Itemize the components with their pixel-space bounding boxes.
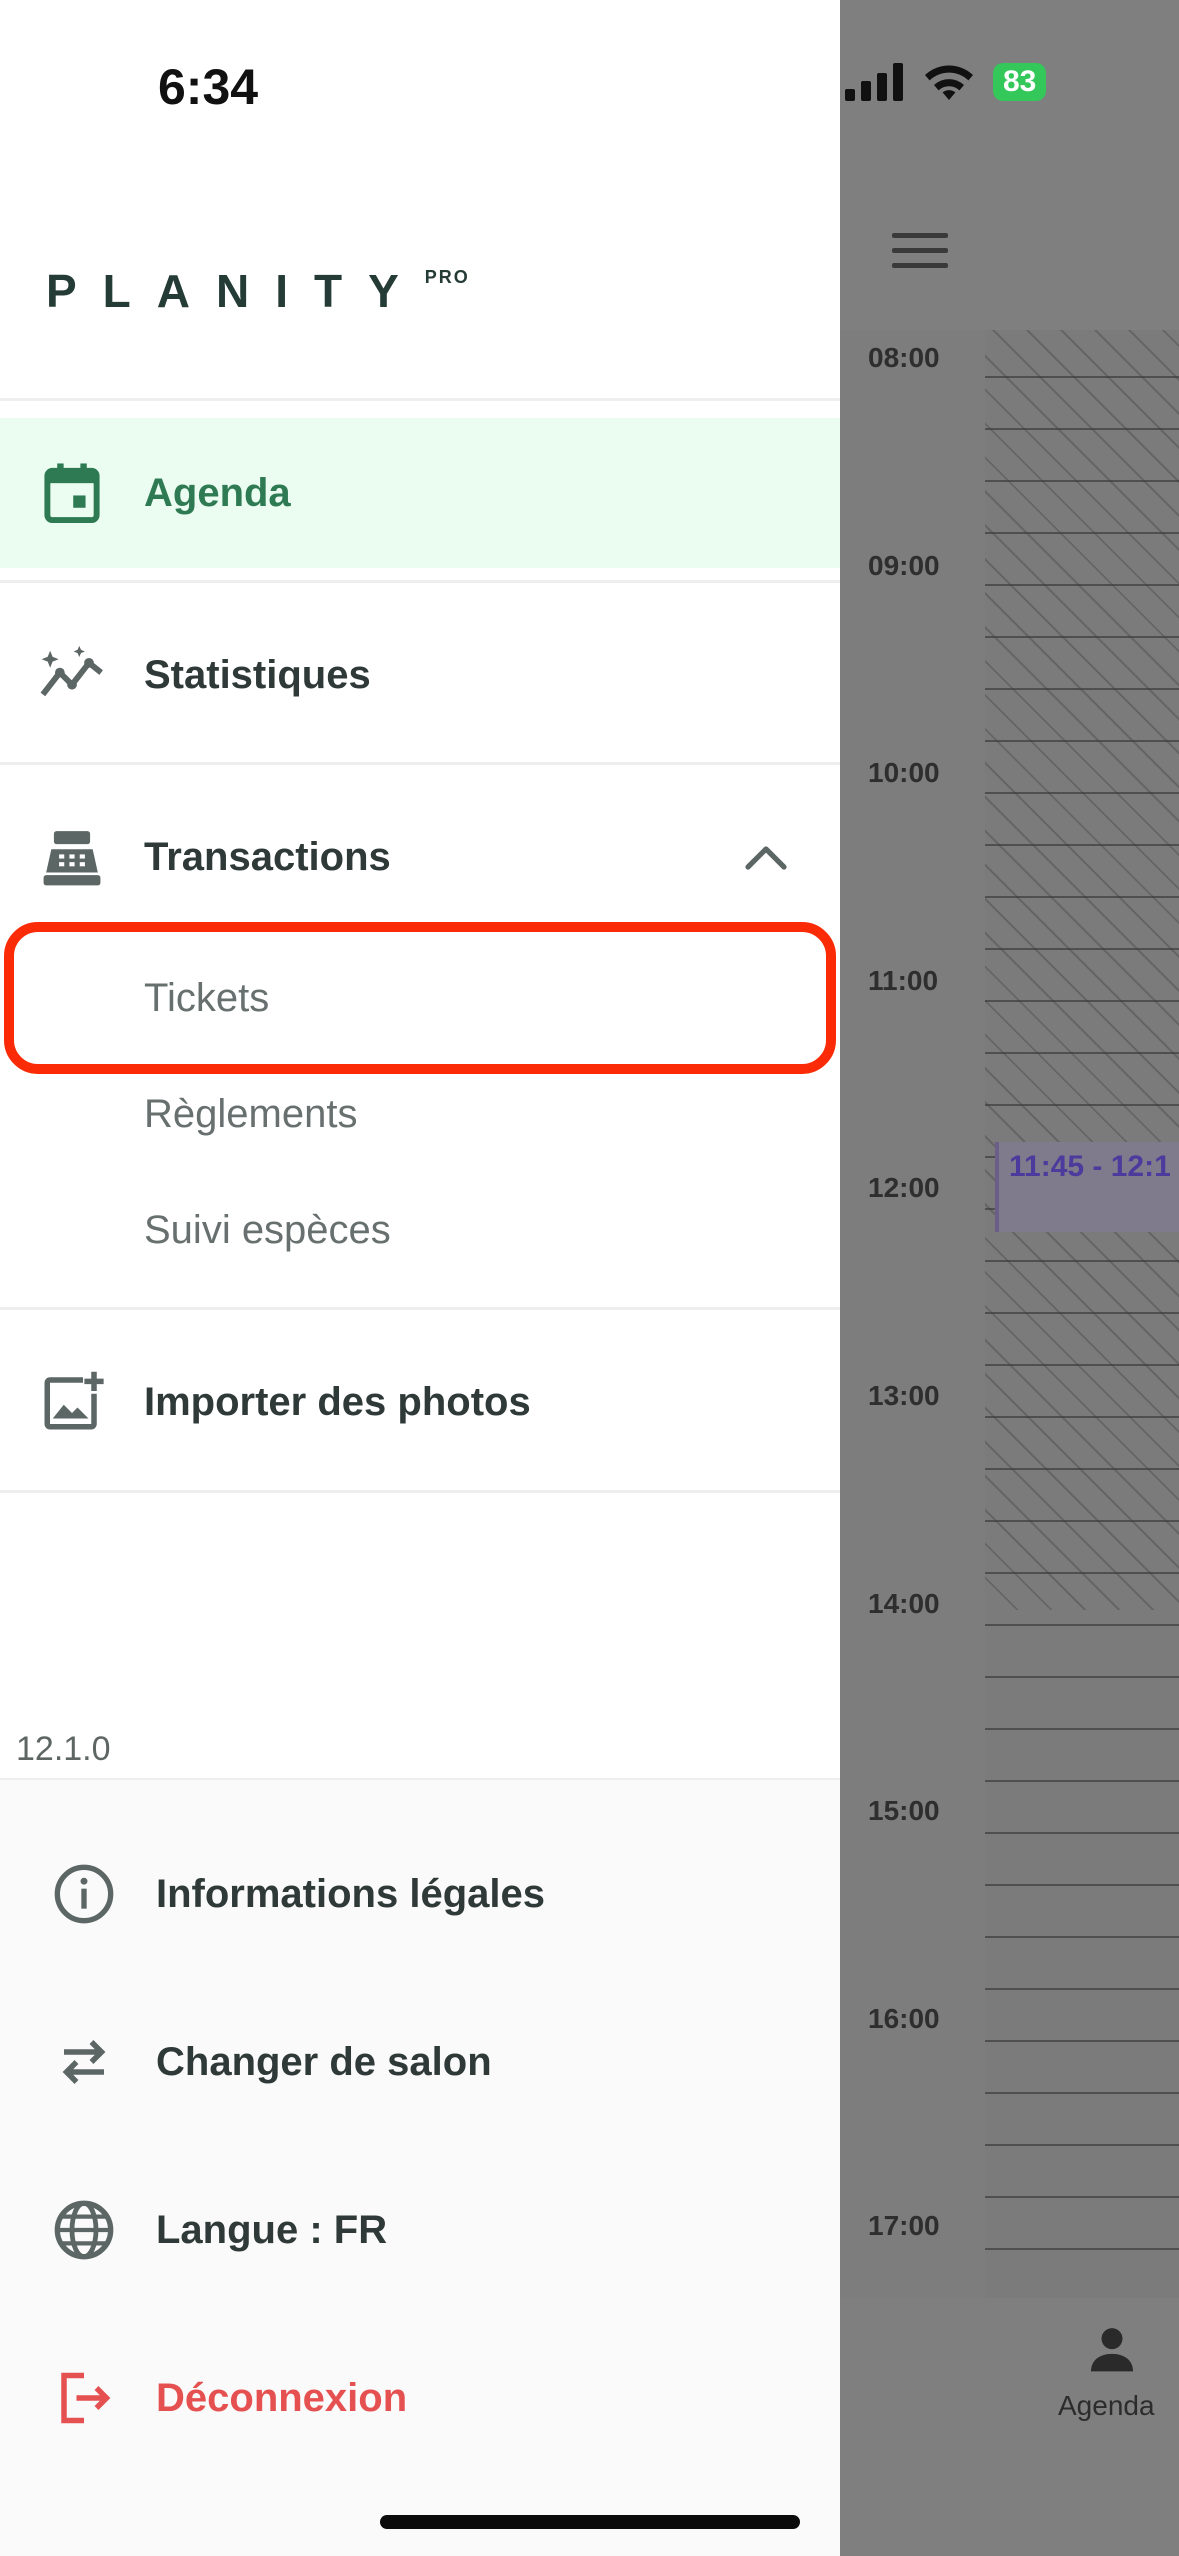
menu-label-importer-photos: Importer des photos <box>144 1379 531 1424</box>
divider <box>0 398 840 401</box>
background-agenda: 08:00 09:00 10:00 11:00 12:00 13:00 14:0… <box>840 0 1179 2556</box>
hour-label: 15:00 <box>868 1795 940 1826</box>
menu-label-transactions: Transactions <box>144 834 391 879</box>
agenda-grid <box>985 330 1179 2300</box>
hour-label: 10:00 <box>868 757 940 788</box>
home-indicator <box>380 2515 800 2529</box>
label-langue: Langue : FR <box>156 2207 388 2252</box>
side-drawer: 6:34 PLANITYPRO Agenda Statistiques Tran… <box>0 0 840 2556</box>
logo-text: PLANITY <box>46 265 425 317</box>
battery-indicator: 83 <box>993 63 1047 101</box>
calendar-icon <box>38 459 106 527</box>
appointment-event[interactable]: 11:45 - 12:1 <box>995 1142 1179 1232</box>
label-changer-salon: Changer de salon <box>156 2039 492 2084</box>
label-informations-legales: Informations légales <box>156 1871 545 1916</box>
divider <box>0 1490 840 1493</box>
logout-icon <box>50 2364 118 2432</box>
menu-label-agenda: Agenda <box>144 470 291 515</box>
logo-superscript: PRO <box>424 266 470 287</box>
menu-item-changer-salon[interactable]: Changer de salon <box>0 1992 840 2132</box>
app-version: 12.1.0 <box>16 1730 111 1768</box>
hour-label: 08:00 <box>868 342 940 373</box>
hour-label: 11:00 <box>868 965 939 996</box>
swap-arrows-icon <box>50 2028 118 2096</box>
hour-label: 17:00 <box>868 2210 940 2241</box>
info-circle-icon <box>50 1860 118 1928</box>
hour-label: 09:00 <box>868 550 940 581</box>
agenda-header <box>840 0 1179 330</box>
menu-item-langue[interactable]: Langue : FR <box>0 2160 840 2300</box>
hour-label: 16:00 <box>868 2003 940 2034</box>
person-icon[interactable] <box>1082 2320 1142 2376</box>
status-bar-indicators: 83 <box>845 62 1047 102</box>
hamburger-menu-icon[interactable] <box>892 233 948 273</box>
cellular-signal-icon <box>845 63 903 101</box>
label-deconnexion: Déconnexion <box>156 2375 408 2420</box>
menu-item-statistiques[interactable]: Statistiques <box>0 600 840 750</box>
cash-register-icon <box>38 823 106 891</box>
tickets-highlight-box <box>4 922 836 1074</box>
stats-sparkle-icon <box>38 641 106 709</box>
menu-label-statistiques: Statistiques <box>144 652 371 697</box>
menu-item-importer-photos[interactable]: Importer des photos <box>0 1327 840 1477</box>
menu-item-informations-legales[interactable]: Informations légales <box>0 1824 840 1964</box>
tab-agenda-label[interactable]: Agenda <box>1058 2390 1155 2422</box>
menu-item-transactions[interactable]: Transactions <box>0 782 840 932</box>
add-photo-icon <box>38 1368 106 1436</box>
status-time: 6:34 <box>158 59 259 115</box>
divider <box>0 1307 840 1310</box>
hour-label: 14:00 <box>868 1588 940 1619</box>
wifi-icon <box>925 65 973 100</box>
menu-item-agenda[interactable]: Agenda <box>0 418 840 568</box>
menu-item-deconnexion[interactable]: Déconnexion <box>0 2328 840 2468</box>
bottom-menu-panel: Informations légales Changer de salon La… <box>0 1780 840 2556</box>
globe-icon <box>50 2196 118 2264</box>
submenu-item-suivi-especes[interactable]: Suivi espèces <box>144 1208 391 1253</box>
divider <box>0 762 840 765</box>
hour-label: 13:00 <box>868 1380 940 1411</box>
submenu-item-reglements[interactable]: Règlements <box>144 1092 357 1137</box>
hour-label: 12:00 <box>868 1172 940 1203</box>
chevron-up-icon[interactable] <box>744 842 788 872</box>
planity-logo: PLANITYPRO <box>46 264 470 318</box>
unavailable-hatch <box>985 330 1179 1610</box>
divider <box>0 580 840 583</box>
